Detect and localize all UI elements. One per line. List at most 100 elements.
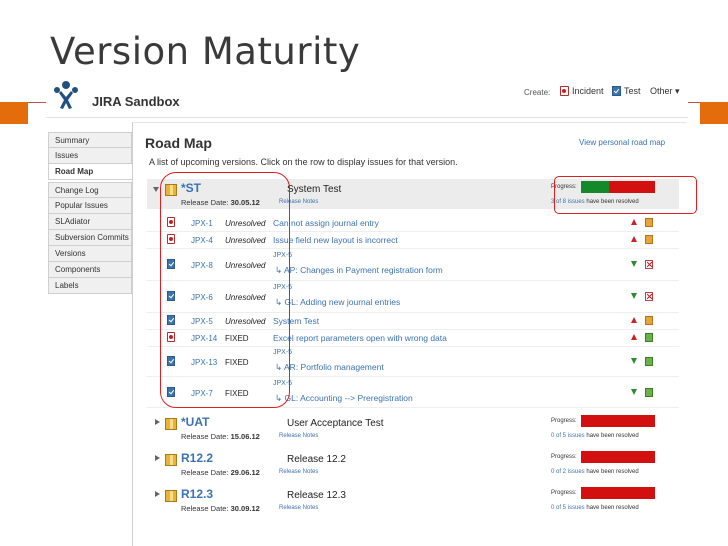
version-name[interactable]: R12.2 <box>181 451 213 465</box>
expand-arrow-icon[interactable] <box>155 419 160 425</box>
issue-summary[interactable]: Excel report parameters open with wrong … <box>273 333 447 343</box>
create-incident-label: Incident <box>572 86 604 96</box>
project-sidebar: Summary Issues Road Map Change Log Popul… <box>48 132 132 294</box>
priority-down-icon <box>631 261 637 267</box>
release-date-label: Release Date: <box>181 432 229 441</box>
priority-up-icon <box>631 236 637 242</box>
status-closed-icon <box>645 388 653 397</box>
progress-bar <box>581 451 655 463</box>
version-package-icon <box>165 490 177 502</box>
release-date: Release Date: 30.09.12 <box>181 504 260 513</box>
slide-accent-block-right <box>700 102 728 124</box>
annotation-highlight-progress <box>554 176 697 214</box>
release-date-value: 30.09.12 <box>230 504 260 513</box>
create-label: Create: <box>524 88 551 97</box>
priority-up-icon <box>631 219 637 225</box>
road-map-description: A list of upcoming versions. Click on th… <box>149 157 458 167</box>
page-title: Road Map <box>145 135 212 151</box>
issue-summary-text: AR: Portfolio management <box>284 362 384 372</box>
version-row-uat[interactable]: *UAT User Acceptance Test Release Date: … <box>147 413 679 443</box>
release-date-label: Release Date: <box>181 504 229 513</box>
version-name[interactable]: R12.3 <box>181 487 213 501</box>
progress-label: Progress: <box>551 490 577 496</box>
progress-summary: 0 of 2 issues have been resolved <box>551 469 639 475</box>
progress-suffix: have been resolved <box>586 469 639 475</box>
status-open-icon <box>645 235 653 244</box>
status-closed-icon <box>645 333 653 342</box>
jira-logo-icon[interactable] <box>52 80 80 110</box>
personal-road-map-link[interactable]: View personal road map <box>579 138 665 147</box>
collapse-arrow-icon[interactable] <box>153 187 159 192</box>
progress-label: Progress: <box>551 454 577 460</box>
priority-up-icon <box>631 317 637 323</box>
slide-accent-block-left <box>0 102 28 124</box>
release-date-value: 29.06.12 <box>230 468 260 477</box>
annotation-highlight-issues <box>160 172 290 408</box>
progress-label: Progress: <box>551 418 577 424</box>
issue-summary-text: AP: Changes in Payment registration form <box>284 265 443 275</box>
create-test-label: Test <box>624 86 641 96</box>
create-test-link[interactable]: Test <box>612 86 641 96</box>
status-closed-icon <box>645 357 653 366</box>
status-open-icon <box>645 218 653 227</box>
version-description: Release 12.2 <box>287 454 346 465</box>
version-description: Release 12.3 <box>287 490 346 501</box>
version-row-r12-2[interactable]: R12.2 Release 12.2 Release Date: 29.06.1… <box>147 449 679 479</box>
issue-summary[interactable]: ↳ AR: Portfolio management <box>275 362 384 373</box>
status-rejected-icon <box>645 292 653 301</box>
issue-summary[interactable]: Issue field new layout is incorrect <box>273 235 398 245</box>
priority-down-icon <box>631 358 637 364</box>
progress-suffix: have been resolved <box>586 433 639 439</box>
issue-summary[interactable]: ↳ GL: Accounting --> Preregistration <box>275 393 413 404</box>
sidebar-item-issues[interactable]: Issues <box>48 148 132 164</box>
sidebar-item-summary[interactable]: Summary <box>48 132 132 148</box>
issue-summary[interactable]: ↳ GL: Adding new journal entries <box>275 297 400 308</box>
issue-summary[interactable]: ↳ AP: Changes in Payment registration fo… <box>275 265 443 276</box>
sidebar-item-popular-issues[interactable]: Popular Issues <box>48 198 132 214</box>
sidebar-item-versions[interactable]: Versions <box>48 246 132 262</box>
issue-summary-text: GL: Accounting --> Preregistration <box>284 393 413 403</box>
expand-arrow-icon[interactable] <box>155 455 160 461</box>
status-rejected-icon <box>645 260 653 269</box>
incident-icon <box>560 86 569 96</box>
status-open-icon <box>645 316 653 325</box>
version-row-r12-3[interactable]: R12.3 Release 12.3 Release Date: 30.09.1… <box>147 485 679 515</box>
progress-issues-link[interactable]: 0 of 2 issues <box>551 469 585 475</box>
expand-arrow-icon[interactable] <box>155 491 160 497</box>
version-description: System Test <box>287 184 342 195</box>
release-date-value: 15.06.12 <box>230 432 260 441</box>
release-date-label: Release Date: <box>181 468 229 477</box>
sidebar-item-components[interactable]: Components <box>48 262 132 278</box>
progress-summary: 0 of 5 issues have been resolved <box>551 433 639 439</box>
sidebar-item-labels[interactable]: Labels <box>48 278 132 294</box>
release-notes-link[interactable]: Release Notes <box>279 505 318 511</box>
test-icon <box>612 86 621 96</box>
jira-window: JIRA Sandbox Create: Incident Test Other… <box>46 76 688 546</box>
sidebar-item-subversion-commits[interactable]: Subversion Commits <box>48 230 132 246</box>
progress-bar <box>581 415 655 427</box>
version-package-icon <box>165 418 177 430</box>
priority-up-icon <box>631 334 637 340</box>
sidebar-item-change-log[interactable]: Change Log <box>48 182 132 198</box>
slide-title: Version Maturity <box>50 30 361 73</box>
create-incident-link[interactable]: Incident <box>560 86 604 96</box>
progress-bar <box>581 487 655 499</box>
progress-summary: 0 of 5 issues have been resolved <box>551 505 639 511</box>
release-date: Release Date: 15.06.12 <box>181 432 260 441</box>
sidebar-item-road-map[interactable]: Road Map <box>48 164 132 180</box>
version-description: User Acceptance Test <box>287 418 384 429</box>
sidebar-item-sladiator[interactable]: SLAdiator <box>48 214 132 230</box>
progress-suffix: have been resolved <box>586 505 639 511</box>
release-notes-link[interactable]: Release Notes <box>279 469 318 475</box>
create-other-dropdown[interactable]: Other ▾ <box>650 86 680 97</box>
release-date: Release Date: 29.06.12 <box>181 468 260 477</box>
progress-issues-link[interactable]: 0 of 5 issues <box>551 433 585 439</box>
version-package-icon <box>165 454 177 466</box>
version-name[interactable]: *UAT <box>181 415 209 429</box>
priority-down-icon <box>631 293 637 299</box>
priority-down-icon <box>631 389 637 395</box>
issue-summary-text: GL: Adding new journal entries <box>284 297 401 307</box>
progress-issues-link[interactable]: 0 of 5 issues <box>551 505 585 511</box>
release-notes-link[interactable]: Release Notes <box>279 433 318 439</box>
app-title[interactable]: JIRA Sandbox <box>92 94 180 109</box>
